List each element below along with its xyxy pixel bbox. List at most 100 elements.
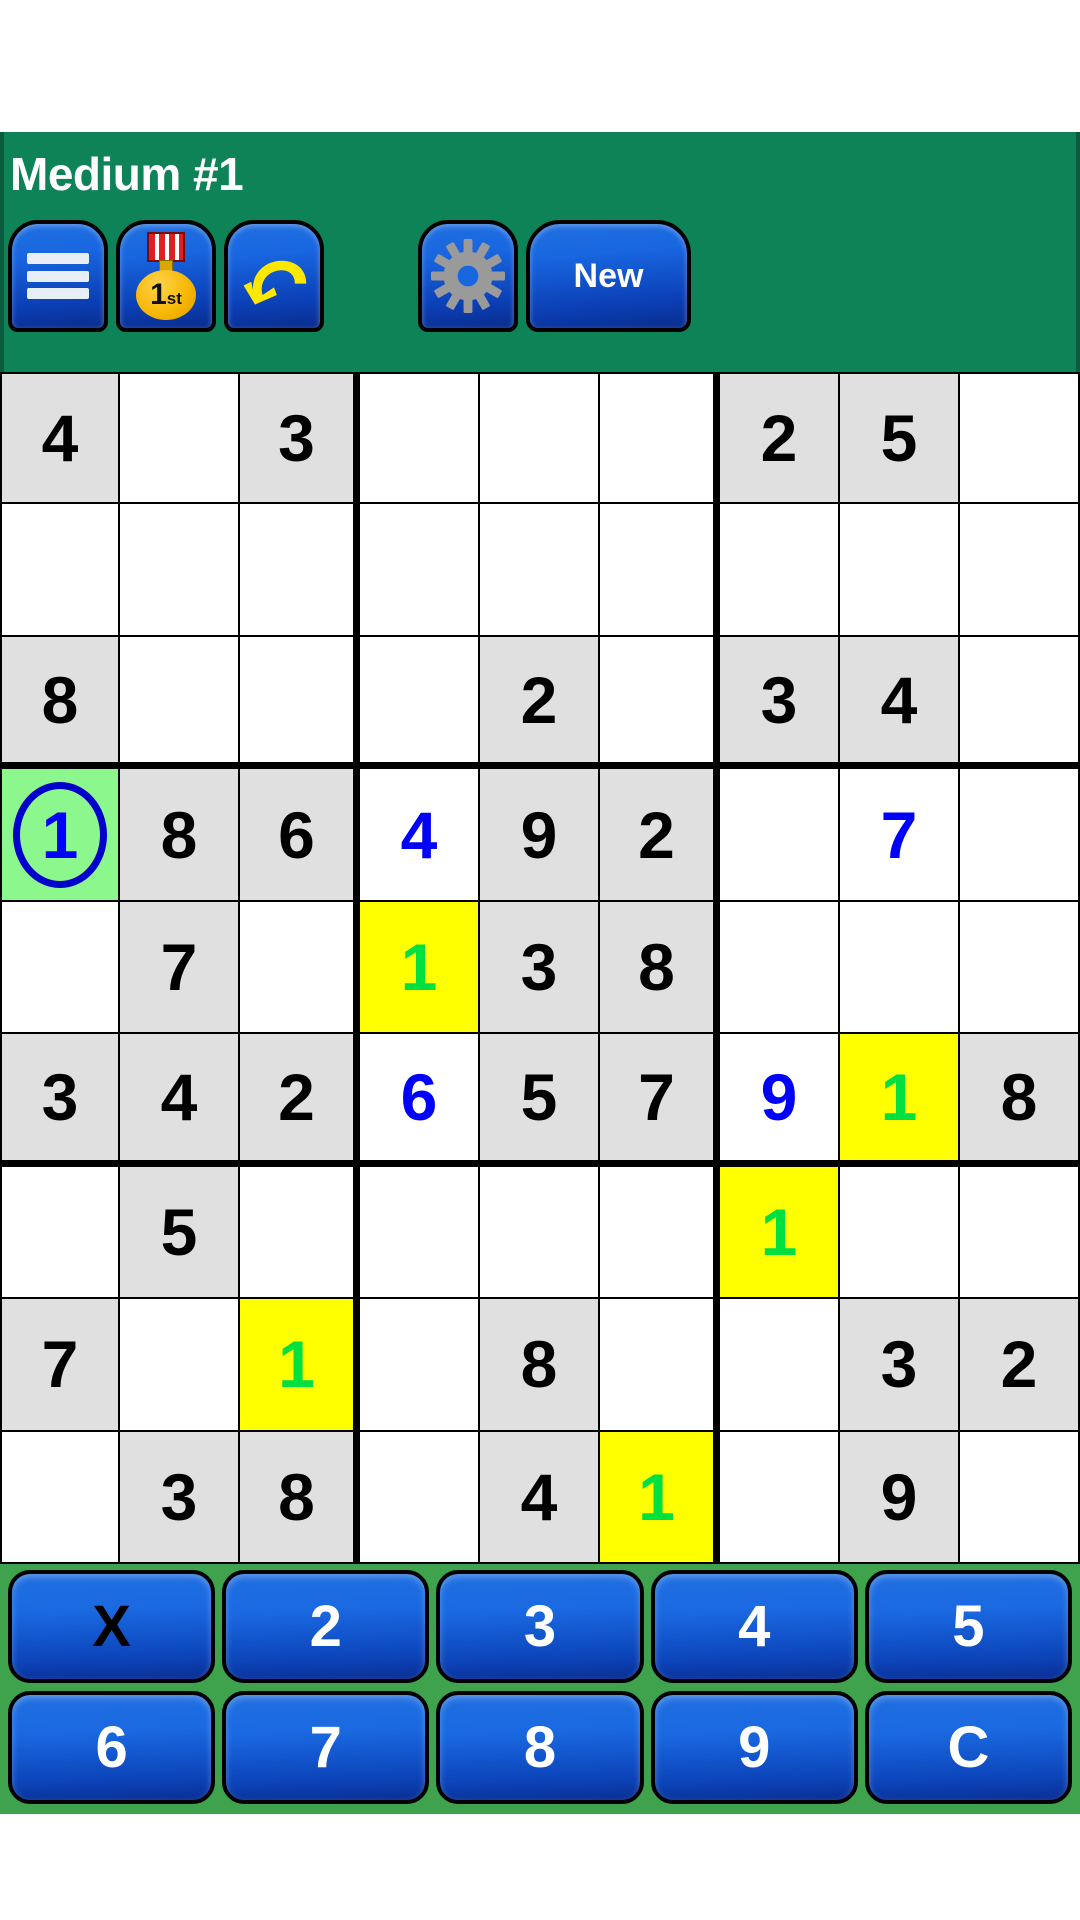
sudoku-cell-r6c4[interactable]: 6 [360,1034,480,1167]
sudoku-cell-r3c6[interactable] [600,636,720,770]
sudoku-cell-r9c1[interactable] [0,1431,120,1564]
sudoku-cell-r3c5[interactable]: 2 [480,636,600,770]
sudoku-cell-r3c3[interactable] [240,636,360,770]
menu-button[interactable] [8,220,108,332]
sudoku-cell-r8c4[interactable] [360,1299,480,1432]
cell-value: 7 [160,929,198,1004]
numpad-key-2[interactable]: 2 [222,1570,430,1683]
sudoku-cell-r1c4[interactable] [360,372,480,505]
new-game-button[interactable]: New [526,220,691,332]
numpad-key-c[interactable]: C [864,1691,1073,1804]
undo-button[interactable] [224,220,324,332]
sudoku-cell-r4c6[interactable]: 2 [600,769,720,902]
sudoku-cell-r9c5[interactable]: 4 [480,1431,600,1564]
sudoku-cell-r7c4[interactable] [360,1166,480,1300]
sudoku-cell-r7c6[interactable] [600,1166,720,1300]
sudoku-cell-r6c7[interactable]: 9 [720,1034,840,1167]
sudoku-cell-r1c9[interactable] [960,372,1080,505]
sudoku-cell-r5c8[interactable] [840,901,960,1035]
sudoku-cell-r5c7[interactable] [720,901,840,1035]
sudoku-cell-r5c1[interactable] [0,901,120,1035]
sudoku-cell-r8c1[interactable]: 7 [0,1299,120,1432]
sudoku-cell-r7c8[interactable] [840,1166,960,1300]
sudoku-cell-r6c2[interactable]: 4 [120,1034,240,1167]
sudoku-cell-r1c7[interactable]: 2 [720,372,840,505]
sudoku-cell-r8c3[interactable]: 1 [240,1299,360,1432]
sudoku-cell-r4c2[interactable]: 8 [120,769,240,902]
numpad-key-7[interactable]: 7 [222,1691,430,1804]
sudoku-cell-r2c2[interactable] [120,504,240,637]
sudoku-cell-r5c3[interactable] [240,901,360,1035]
sudoku-cell-r9c6[interactable]: 1 [600,1431,720,1564]
sudoku-cell-r8c6[interactable] [600,1299,720,1432]
sudoku-cell-r2c3[interactable] [240,504,360,637]
sudoku-cell-r4c9[interactable] [960,769,1080,902]
sudoku-cell-r7c1[interactable] [0,1166,120,1300]
sudoku-cell-r4c5[interactable]: 9 [480,769,600,902]
numpad-key-3[interactable]: 3 [436,1570,644,1683]
sudoku-cell-r3c1[interactable]: 8 [0,636,120,770]
sudoku-cell-r4c1[interactable]: 1 [0,769,120,902]
sudoku-cell-r2c4[interactable] [360,504,480,637]
sudoku-cell-r8c5[interactable]: 8 [480,1299,600,1432]
cell-value: 9 [760,1059,798,1134]
number-pad-row-2: 6 7 8 9 C [4,1691,1076,1804]
sudoku-cell-r1c6[interactable] [600,372,720,505]
sudoku-cell-r3c2[interactable] [120,636,240,770]
cell-value: 2 [638,797,675,872]
sudoku-cell-r6c6[interactable]: 7 [600,1034,720,1167]
sudoku-cell-r2c6[interactable] [600,504,720,637]
sudoku-cell-r1c2[interactable] [120,372,240,505]
sudoku-cell-r2c5[interactable] [480,504,600,637]
sudoku-cell-r4c3[interactable]: 6 [240,769,360,902]
sudoku-cell-r7c9[interactable] [960,1166,1080,1300]
sudoku-cell-r1c8[interactable]: 5 [840,372,960,505]
sudoku-cell-r9c9[interactable] [960,1431,1080,1564]
sudoku-cell-r1c3[interactable]: 3 [240,372,360,505]
sudoku-cell-r6c9[interactable]: 8 [960,1034,1080,1167]
sudoku-cell-r4c8[interactable]: 7 [840,769,960,902]
sudoku-cell-r5c2[interactable]: 7 [120,901,240,1035]
sudoku-cell-r4c4[interactable]: 4 [360,769,480,902]
sudoku-cell-r7c3[interactable] [240,1166,360,1300]
numpad-key-9[interactable]: 9 [650,1691,858,1804]
sudoku-cell-r5c6[interactable]: 8 [600,901,720,1035]
sudoku-cell-r2c8[interactable] [840,504,960,637]
sudoku-cell-r2c9[interactable] [960,504,1080,637]
sudoku-cell-r9c2[interactable]: 3 [120,1431,240,1564]
sudoku-cell-r5c5[interactable]: 3 [480,901,600,1035]
sudoku-cell-r7c5[interactable] [480,1166,600,1300]
sudoku-cell-r6c1[interactable]: 3 [0,1034,120,1167]
sudoku-cell-r2c1[interactable] [0,504,120,637]
sudoku-cell-r7c2[interactable]: 5 [120,1166,240,1300]
numpad-key-8[interactable]: 8 [436,1691,644,1804]
sudoku-cell-r9c8[interactable]: 9 [840,1431,960,1564]
sudoku-cell-r3c4[interactable] [360,636,480,770]
sudoku-cell-r8c7[interactable] [720,1299,840,1432]
sudoku-cell-r3c7[interactable]: 3 [720,636,840,770]
records-button[interactable]: 1st [116,220,216,332]
sudoku-cell-r5c4[interactable]: 1 [360,901,480,1035]
sudoku-cell-r8c9[interactable]: 2 [960,1299,1080,1432]
sudoku-cell-r2c7[interactable] [720,504,840,637]
sudoku-cell-r4c7[interactable] [720,769,840,902]
sudoku-cell-r6c8[interactable]: 1 [840,1034,960,1167]
sudoku-cell-r7c7[interactable]: 1 [720,1166,840,1300]
numpad-key-6[interactable]: 6 [8,1691,216,1804]
sudoku-cell-r6c5[interactable]: 5 [480,1034,600,1167]
sudoku-cell-r9c7[interactable] [720,1431,840,1564]
sudoku-cell-r9c4[interactable] [360,1431,480,1564]
numpad-key-5[interactable]: 5 [864,1570,1073,1683]
settings-button[interactable] [418,220,518,332]
numpad-key-x[interactable]: X [8,1570,216,1683]
sudoku-cell-r8c2[interactable] [120,1299,240,1432]
sudoku-cell-r9c3[interactable]: 8 [240,1431,360,1564]
sudoku-cell-r8c8[interactable]: 3 [840,1299,960,1432]
sudoku-cell-r1c5[interactable] [480,372,600,505]
sudoku-cell-r3c9[interactable] [960,636,1080,770]
sudoku-cell-r5c9[interactable] [960,901,1080,1035]
sudoku-cell-r1c1[interactable]: 4 [0,372,120,505]
numpad-key-4[interactable]: 4 [650,1570,858,1683]
sudoku-cell-r3c8[interactable]: 4 [840,636,960,770]
sudoku-cell-r6c3[interactable]: 2 [240,1034,360,1167]
